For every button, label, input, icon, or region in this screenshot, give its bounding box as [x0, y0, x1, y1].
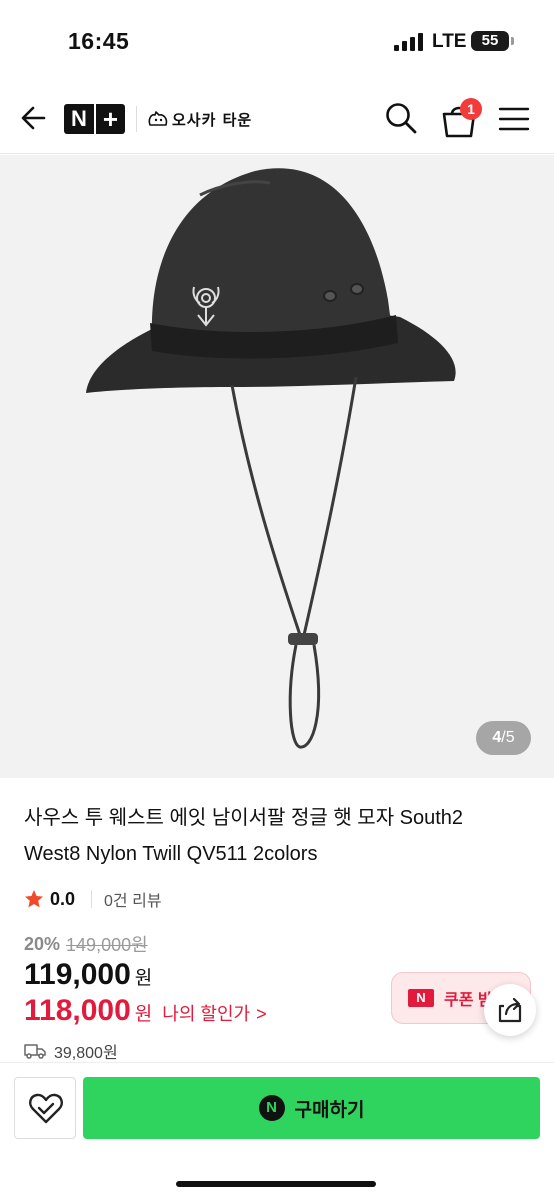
store-brand[interactable]: 오사카 타운: [147, 106, 252, 132]
buy-button[interactable]: N 구매하기: [83, 1077, 540, 1139]
shipping-row: 39,800원: [24, 1040, 118, 1062]
my-discount-price: 118,000: [24, 994, 131, 1027]
star-icon: [25, 890, 43, 908]
back-arrow-icon[interactable]: [16, 100, 52, 136]
original-price: 149,000원: [66, 935, 148, 955]
share-icon: [498, 997, 522, 1023]
my-discount-price-row[interactable]: 118,000 원 나의 할인가 >: [24, 994, 267, 1030]
header: N + 오사카 타운 1: [0, 82, 554, 154]
home-indicator: [176, 1181, 376, 1187]
share-button[interactable]: [484, 984, 536, 1036]
battery-cap: [511, 37, 514, 45]
search-icon[interactable]: [384, 101, 418, 135]
naver-pay-icon: N: [258, 1095, 285, 1121]
rating-divider: [91, 890, 93, 908]
image-current: 4: [492, 729, 502, 746]
sale-price-row: 119,000 원: [24, 958, 152, 994]
heart-icon: [29, 1093, 63, 1124]
product-image: [86, 168, 456, 749]
network-type: LTE: [432, 31, 467, 52]
menu-icon[interactable]: [498, 104, 530, 134]
sale-price-currency: 원: [134, 968, 153, 989]
status-bar: 16:45 LTE 55: [0, 0, 554, 80]
status-time: 16:45: [68, 28, 130, 54]
rating-row[interactable]: 0.0 0건 리뷰: [24, 886, 162, 912]
my-price-currency: 원: [134, 1004, 153, 1025]
store-name: 오사카 타운: [172, 110, 253, 129]
wishlist-button[interactable]: [14, 1077, 76, 1139]
product-title: 사우스 투 웨스트 에잇 남이서팔 정글 햇 모자 South2 West8 N…: [24, 807, 464, 865]
product-image-gallery[interactable]: 4/5: [0, 155, 554, 778]
my-discount-label: 나의 할인가: [162, 1004, 251, 1024]
discount-row: 20% 149,000원: [24, 932, 148, 956]
image-counter: 4/5: [476, 721, 531, 755]
header-divider: [136, 106, 137, 132]
logo-n: N: [71, 106, 87, 131]
bottom-action-bar: N 구매하기: [0, 1062, 554, 1200]
store-mascot-icon: [148, 111, 168, 126]
signal-icon: [394, 33, 423, 51]
truck-icon: [24, 1044, 46, 1059]
cart-count-badge: 1: [460, 98, 482, 120]
chevron-right-icon: >: [256, 1004, 267, 1024]
nplus-logo[interactable]: N +: [64, 104, 125, 134]
shipping-fee: 39,800원: [54, 1045, 118, 1062]
sale-price: 119,000: [24, 958, 131, 991]
battery-icon: 55: [471, 31, 509, 51]
image-total: 5: [505, 729, 515, 746]
buy-label: 구매하기: [294, 1099, 365, 1121]
discount-rate: 20%: [24, 933, 61, 954]
coupon-n-icon: N: [408, 989, 434, 1007]
logo-plus: +: [102, 104, 119, 134]
review-count: 0건 리뷰: [104, 893, 162, 910]
rating-value: 0.0: [50, 888, 76, 909]
